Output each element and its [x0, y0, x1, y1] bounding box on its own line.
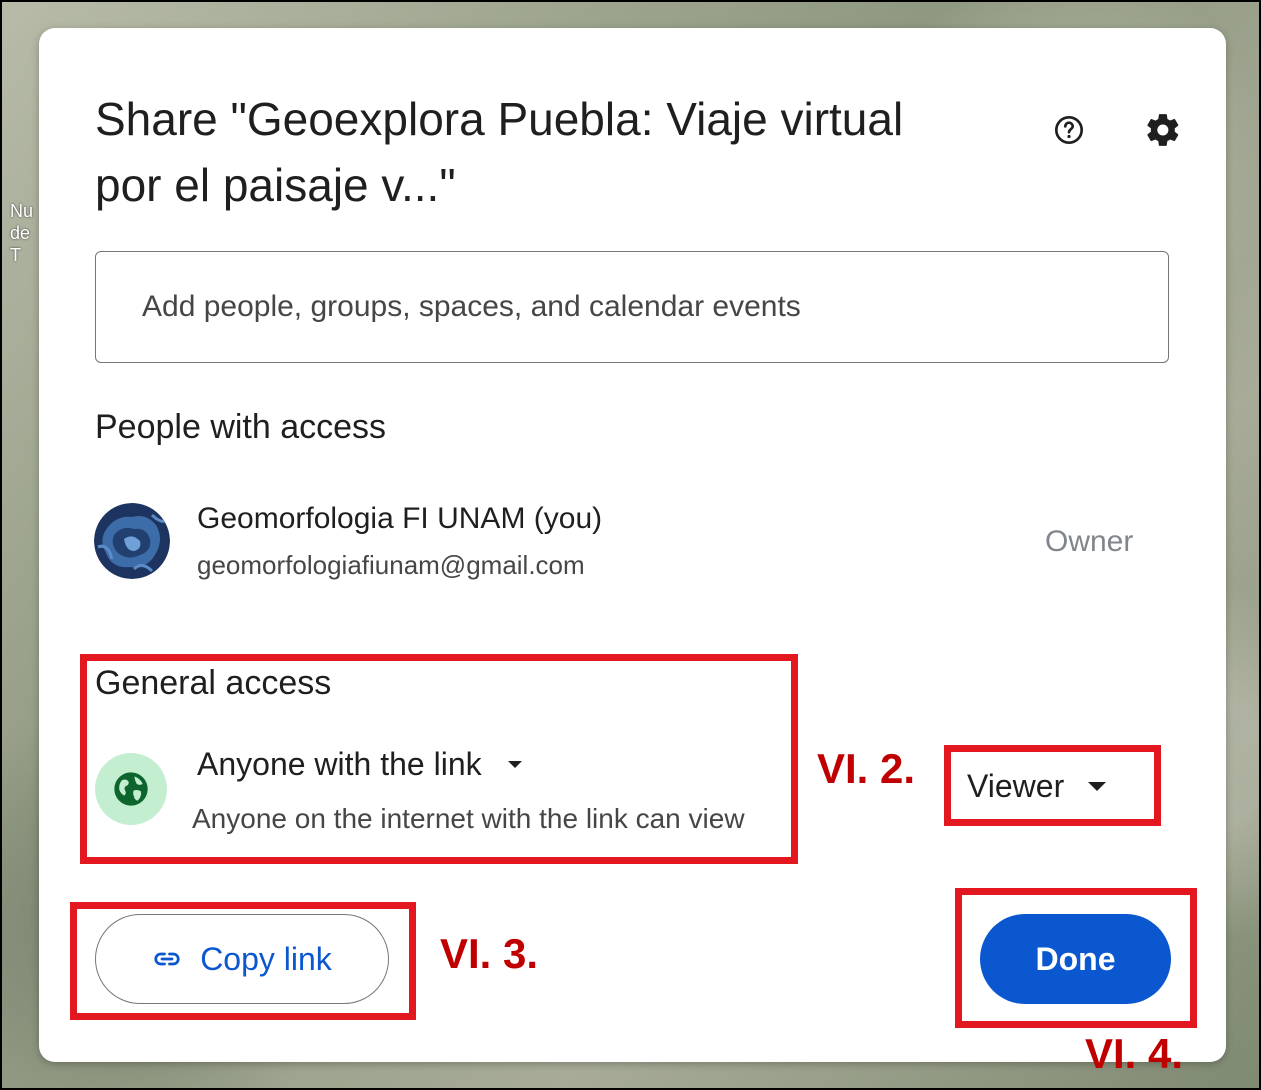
globe-icon	[114, 772, 148, 806]
general-access-option: Anyone with the link	[197, 746, 482, 782]
copy-link-label: Copy link	[200, 940, 332, 977]
settings-button[interactable]	[1139, 106, 1187, 154]
person-role-owner: Owner	[1045, 525, 1134, 558]
person-name: Geomorfologia FI UNAM (you)	[197, 502, 603, 535]
annotation-label-step-4: VI. 4.	[1085, 1030, 1184, 1077]
globe-badge	[95, 753, 167, 825]
role-label: Viewer	[967, 768, 1065, 804]
dialog-title: Share "Geoexplora Puebla: Viaje virtual …	[95, 93, 904, 211]
done-button[interactable]: Done	[980, 914, 1171, 1004]
done-label: Done	[1035, 940, 1116, 977]
role-dropdown[interactable]: Viewer	[967, 768, 1108, 805]
help-circle-icon	[1055, 116, 1083, 144]
general-access-heading: General access	[95, 664, 332, 702]
copy-link-button[interactable]: Copy link	[95, 914, 389, 1004]
annotation-label-step-3: VI. 3.	[440, 930, 539, 977]
help-button[interactable]	[1045, 106, 1093, 154]
link-icon	[154, 952, 180, 966]
avatar	[94, 503, 170, 579]
gear-icon	[1147, 114, 1179, 146]
people-with-access-heading: People with access	[95, 408, 387, 446]
add-people-input[interactable]	[95, 251, 1169, 363]
share-dialog: Share "Geoexplora Puebla: Viaje virtual …	[39, 28, 1226, 1062]
person-email: geomorfologiafiunam@gmail.com	[197, 550, 585, 580]
general-access-description: Anyone on the internet with the link can…	[192, 803, 745, 834]
caret-down-icon	[507, 760, 522, 768]
general-access-dropdown[interactable]: Anyone with the link	[197, 746, 524, 783]
map-place-label: Nu de T	[10, 201, 34, 265]
caret-down-icon	[1088, 781, 1107, 791]
annotation-label-step-2: VI. 2.	[817, 745, 916, 792]
